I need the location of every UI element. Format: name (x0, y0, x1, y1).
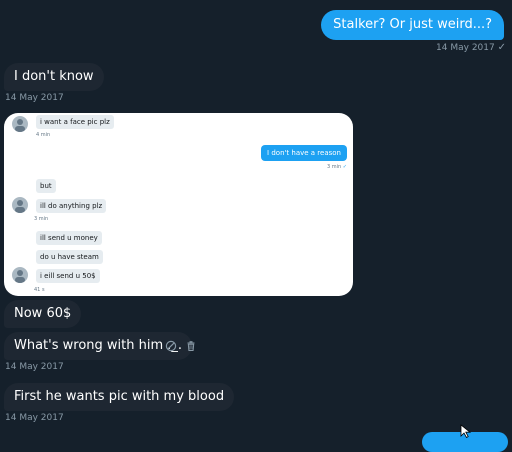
incoming-message[interactable]: Now 60$ (4, 300, 82, 328)
screenshot-incoming-message: but (36, 179, 56, 193)
message-time: 14 May 2017 (436, 43, 495, 53)
screenshot-message-time: 4 min (36, 132, 51, 138)
screenshot-message-time: 3 min (327, 164, 342, 170)
trash-icon[interactable] (185, 340, 197, 352)
screenshot-message-time: 3 min (34, 216, 49, 222)
message-time: 14 May 2017 (5, 413, 64, 423)
screenshot-message-meta: 3 min ✓ (327, 164, 347, 170)
message-text: First he wants pic with my blood (14, 389, 225, 404)
screenshot-incoming-message: i want a face pic plz (36, 115, 114, 129)
message-text: I don't know (14, 69, 94, 84)
incoming-message[interactable]: What's wrong with him ._. (4, 332, 193, 360)
outgoing-message[interactable]: Stalker? Or just weird...? (321, 10, 504, 40)
message-actions (165, 340, 197, 352)
screenshot-incoming-message: ill send u money (36, 231, 102, 245)
avatar (12, 267, 28, 283)
message-meta: 14 May 2017 ✓ (436, 42, 506, 53)
message-text: Now 60$ (14, 306, 72, 321)
incoming-message[interactable]: I don't know (4, 63, 104, 91)
image-attachment[interactable]: i want a face pic plz 4 min I don't have… (4, 113, 353, 296)
message-text: Stalker? Or just weird...? (333, 17, 492, 32)
screenshot-outgoing-message: I don't have a reason (261, 145, 347, 161)
sent-check-icon: ✓ (342, 164, 347, 170)
message-time: 14 May 2017 (5, 93, 64, 103)
ban-icon[interactable] (165, 340, 177, 352)
incoming-message[interactable]: First he wants pic with my blood (4, 383, 235, 411)
avatar (12, 197, 28, 213)
screenshot-incoming-message: do u have steam (36, 250, 103, 264)
screenshot-message-time: 41 s (34, 287, 45, 293)
mouse-cursor-icon (460, 424, 472, 438)
avatar (12, 116, 28, 132)
sent-check-icon: ✓ (497, 42, 506, 53)
message-time: 14 May 2017 (5, 362, 64, 372)
screenshot-incoming-message: i eill send u 50$ (36, 269, 100, 283)
screenshot-incoming-message: ill do anything plz (36, 199, 107, 213)
message-text: What's wrong with him ._. (14, 338, 183, 353)
